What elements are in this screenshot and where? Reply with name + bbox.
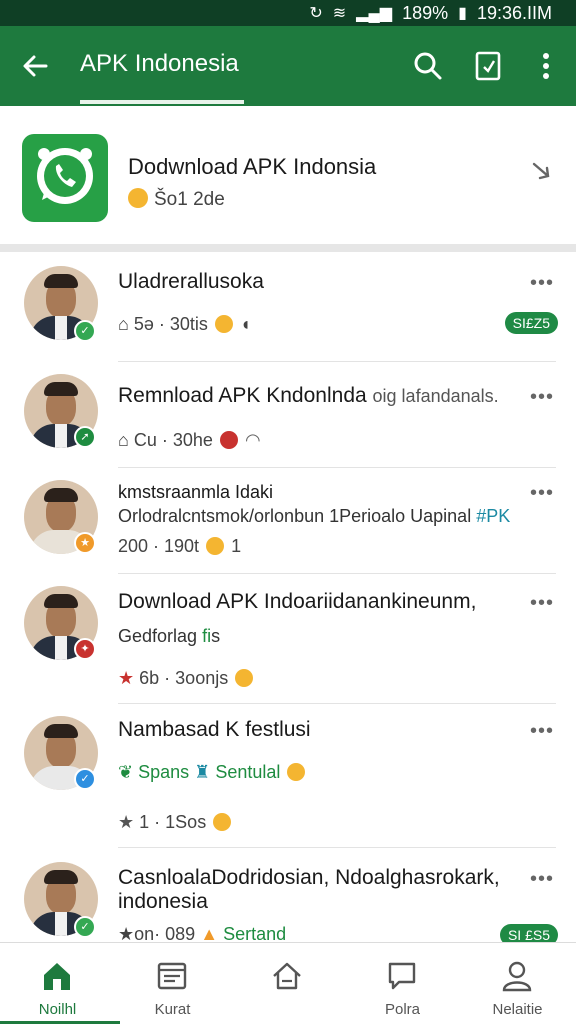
bottom-navigation: Noilhl Kurat Polra Nelaitie — [0, 942, 576, 1024]
alert-badge-icon: ✦ — [74, 638, 96, 660]
post-title-line2: indonesia — [118, 890, 208, 913]
shirt-icon: ♜ — [194, 762, 211, 782]
award-badge-icon: ★ — [74, 532, 96, 554]
post-item[interactable]: ✓ CasnloalaDodridosian, Ndoalghasrokark,… — [0, 848, 576, 942]
app-logo — [22, 134, 108, 222]
app-subtitle: Šo1 2de — [128, 188, 225, 211]
verified-badge-icon: ✓ — [74, 916, 96, 938]
nav-label: Polra — [384, 1001, 421, 1018]
nav-messages[interactable]: Polra — [345, 943, 460, 1024]
post-item[interactable]: ★ kmstsraanmla Idaki Orlodralcntsmok/orl… — [0, 468, 576, 574]
post-item[interactable]: ➚ Remnload APK Kndonlnda oig lafandanals… — [0, 362, 576, 468]
app-header-card[interactable]: Dodwnload APK Indonsia Šo1 2de — [0, 106, 576, 244]
app-title: Dodwnload APK Indonsia — [128, 154, 377, 179]
nav-label: Nelaitie — [492, 1001, 543, 1018]
nav-label: Kurat — [154, 1001, 191, 1018]
more-options-icon[interactable]: ••• — [530, 592, 554, 615]
signal-icon: ▂▄▆ — [356, 5, 393, 22]
post-item[interactable]: ✦ Download APK Indoariidanankineunm, Ged… — [0, 574, 576, 704]
emoji-icon — [219, 431, 238, 449]
post-body: Gedforlag fis — [118, 626, 221, 646]
star-icon: ★ — [118, 924, 135, 942]
search-icon[interactable] — [410, 48, 446, 84]
star-icon: ★ — [118, 668, 135, 688]
app-bar: APK Indonesia — [0, 26, 576, 106]
post-tags: ❦ Spans ♜ Sentulal — [118, 762, 307, 783]
status-badge: SI£Z5 — [504, 312, 558, 334]
more-options-icon[interactable]: ••• — [530, 868, 554, 891]
home-icon: ⌂ — [118, 314, 129, 334]
nav-explore[interactable] — [230, 943, 345, 1024]
emoji-icon — [235, 669, 254, 687]
clock: 19:36.IIM — [476, 2, 552, 23]
emoji-icon — [213, 813, 232, 831]
hashtag-link[interactable]: #PK — [476, 506, 510, 526]
post-meta: ★on· 089 ▲ Sertand — [118, 924, 287, 942]
person-icon — [502, 961, 532, 992]
post-title: Remnload APK Kndonlnda oig lafandanals. — [118, 384, 499, 407]
post-body: Orlodralcntsmok/orlonbun 1Perioalo Uapin… — [118, 506, 511, 526]
post-title: Download APK Indoariidanankineunm, — [118, 590, 477, 613]
like-badge-icon: ✓ — [74, 768, 96, 790]
post-meta: ⌂ 5ə · 30tis ◖ — [118, 314, 251, 334]
leaf-icon: ❦ — [118, 762, 134, 782]
lock-icon: ▲ — [200, 924, 219, 942]
post-meta: ★ 6b · 3oonjs — [118, 668, 255, 689]
more-options-icon[interactable]: ••• — [530, 482, 554, 505]
star-icon: ★ — [118, 812, 135, 832]
post-meta: 200 · 190t 1 — [118, 536, 242, 556]
emoji-icon — [287, 763, 306, 781]
nav-profile[interactable]: Nelaitie — [460, 943, 575, 1024]
back-arrow-icon[interactable] — [18, 48, 54, 84]
post-title: kmstsraanmla Idaki — [118, 482, 274, 502]
post-item[interactable]: ✓ Uladrerallusoka ⌂ 5ə · 30tis ◖ ••• SI£… — [0, 252, 576, 362]
verified-badge-icon: ✓ — [74, 320, 96, 342]
emoji-icon — [214, 315, 233, 333]
nav-news[interactable]: Kurat — [115, 943, 230, 1024]
share-icon[interactable] — [526, 156, 556, 186]
share-badge-icon: ➚ — [74, 426, 96, 448]
status-badge: SI £S5 — [499, 924, 558, 942]
section-divider — [0, 244, 576, 252]
chat-bubble-icon — [388, 962, 416, 990]
bell-icon: ◠ — [244, 430, 261, 450]
nav-home[interactable]: Noilhl — [0, 943, 115, 1024]
battery-level: 189% — [402, 2, 449, 23]
post-item[interactable]: ✓ Nambasad K festlusi ❦ Spans ♜ Sentulal… — [0, 704, 576, 848]
nav-label: Noilhl — [38, 1001, 77, 1018]
home-icon — [44, 963, 70, 990]
wifi-icon: ≋ — [332, 5, 347, 22]
post-meta: ⌂ Cu · 30he ◠ — [118, 430, 261, 450]
house-outline-icon — [273, 962, 301, 990]
mic-icon: ◖ — [239, 314, 251, 334]
post-title: Nambasad K festlusi — [118, 718, 311, 741]
emoji-icon — [128, 188, 148, 208]
emoji-icon — [206, 537, 225, 555]
newspaper-icon — [157, 962, 187, 990]
bookmark-icon[interactable] — [470, 48, 506, 84]
more-vert-icon[interactable] — [528, 48, 564, 84]
post-title: CasnloalaDodridosian, Ndoalghasrokark, — [118, 866, 500, 889]
more-options-icon[interactable]: ••• — [530, 720, 554, 743]
more-options-icon[interactable]: ••• — [530, 272, 554, 295]
more-options-icon[interactable]: ••• — [530, 386, 554, 409]
post-meta: ★ 1 · 1Sos — [118, 812, 233, 833]
battery-icon: ▮ — [458, 5, 467, 22]
status-bar: ↻ ≋ ▂▄▆ 189% ▮ 19:36.IIM — [0, 0, 576, 26]
app-subtitle-text: Šo1 2de — [154, 189, 225, 210]
tab-indicator — [80, 100, 244, 104]
page-title: APK Indonesia — [80, 50, 239, 77]
post-title: Uladrerallusoka — [118, 270, 264, 293]
sync-icon: ↻ — [309, 5, 323, 22]
post-feed: ✓ Uladrerallusoka ⌂ 5ə · 30tis ◖ ••• SI£… — [0, 252, 576, 942]
home-icon: ⌂ — [118, 430, 129, 450]
chat-phone-icon — [37, 148, 93, 204]
